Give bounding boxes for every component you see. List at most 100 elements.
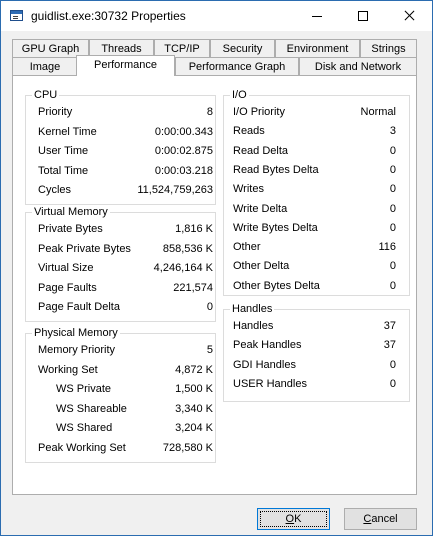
virtual-memory-row: Virtual Size 4,246,164 K <box>38 259 213 278</box>
properties-window: guidlist.exe:30732 Properties GPU Graph … <box>0 0 433 536</box>
io-label: Writes <box>233 183 264 196</box>
physical-memory-value: 4,872 K <box>175 363 213 376</box>
handles-label: Peak Handles <box>233 339 302 352</box>
physical-memory-value: 728,580 K <box>162 441 213 454</box>
ok-focus-rect <box>260 511 327 527</box>
handles-value: 37 <box>383 339 396 352</box>
io-row: I/O Priority Normal <box>233 103 396 122</box>
physical-memory-row: WS Private 1,500 K <box>56 380 213 399</box>
handles-value: 0 <box>389 377 396 390</box>
physical-memory-group: Physical Memory Memory Priority 5 Working … <box>25 326 216 463</box>
tab-performance-graph[interactable]: Performance Graph <box>175 57 299 75</box>
physical-memory-row: Memory Priority 5 <box>38 341 213 360</box>
virtual-memory-row: Private Bytes 1,816 K <box>38 220 213 239</box>
io-label: Write Delta <box>233 202 288 215</box>
io-value: 0 <box>389 221 396 234</box>
tab-environment[interactable]: Environment <box>275 39 360 57</box>
io-label: Other Delta <box>233 260 290 273</box>
io-row: Other Bytes Delta 0 <box>233 277 396 296</box>
io-row: Reads 3 <box>233 122 396 141</box>
cpu-row: Kernel Time 0:00:00.343 <box>38 123 213 142</box>
io-row: Other 116 <box>233 238 396 257</box>
io-row: Write Delta 0 <box>233 200 396 219</box>
physical-memory-row: Peak Working Set 728,580 K <box>38 439 213 458</box>
io-value: 0 <box>389 260 396 273</box>
close-button[interactable] <box>386 1 432 31</box>
cpu-value: 0:00:02.875 <box>154 145 213 157</box>
minimize-button[interactable] <box>294 1 340 31</box>
tab-strings[interactable]: Strings <box>360 39 417 57</box>
io-value: 0 <box>389 144 396 157</box>
performance-panel: CPU Priority 8 Kernel Time 0:00:00.343 User … <box>12 75 417 495</box>
io-value: 0 <box>389 202 396 215</box>
virtual-memory-label: Private Bytes <box>38 223 103 235</box>
tab-performance[interactable]: Performance <box>76 55 175 76</box>
virtual-memory-value: 858,536 K <box>162 242 213 255</box>
physical-memory-row: WS Shared 3,204 K <box>56 419 213 438</box>
io-value: 0 <box>389 163 396 176</box>
cpu-row: Cycles 11,524,759,263 <box>38 181 213 200</box>
physical-memory-label: WS Shared <box>56 422 113 434</box>
io-label: I/O Priority <box>233 106 285 118</box>
handles-row: GDI Handles 0 <box>233 356 396 375</box>
physical-memory-label: Working Set <box>38 363 98 376</box>
io-row: Read Bytes Delta 0 <box>233 161 396 180</box>
cpu-group: CPU Priority 8 Kernel Time 0:00:00.343 User … <box>25 88 216 205</box>
io-label: Write Bytes Delta <box>233 221 318 234</box>
handles-row: USER Handles 0 <box>233 375 396 394</box>
physical-memory-label: WS Private <box>56 383 112 395</box>
io-value: 3 <box>389 125 396 138</box>
handles-value: 0 <box>389 358 396 371</box>
handles-value: 37 <box>383 320 396 332</box>
virtual-memory-row: Page Fault Delta 0 <box>38 298 213 317</box>
cpu-value: 0:00:03.218 <box>154 164 213 177</box>
cpu-label: Cycles <box>38 184 72 196</box>
physical-memory-value: 5 <box>206 344 213 356</box>
cpu-row: User Time 0:00:02.875 <box>38 142 213 161</box>
cpu-label: User Time <box>38 145 89 157</box>
virtual-memory-label: Virtual Size <box>38 262 94 274</box>
handles-label: Handles <box>233 320 274 332</box>
io-label: Read Delta <box>233 144 289 157</box>
cpu-group-title: CPU <box>32 88 60 102</box>
io-row: Read Delta 0 <box>233 142 396 161</box>
handles-label: GDI Handles <box>233 358 296 371</box>
virtual-memory-label: Page Fault Delta <box>38 301 120 313</box>
tab-image[interactable]: Image <box>12 57 78 75</box>
virtual-memory-value: 1,816 K <box>175 223 213 235</box>
cpu-value: 11,524,759,263 <box>137 184 213 196</box>
handles-group: Handles Handles 37 Peak Handles 37 GDI Handl… <box>223 302 410 402</box>
io-label: Other Bytes Delta <box>233 279 320 292</box>
handles-group-title: Handles <box>230 302 275 316</box>
virtual-memory-value: 0 <box>206 301 213 313</box>
io-row: Writes 0 <box>233 180 396 199</box>
virtual-memory-label: Peak Private Bytes <box>38 242 131 255</box>
title-bar[interactable]: guidlist.exe:30732 Properties <box>1 1 432 31</box>
io-group: I/O I/O Priority Normal Reads 3 Read Delta 0 R… <box>223 88 410 296</box>
physical-memory-value: 3,204 K <box>175 422 213 434</box>
virtual-memory-label: Page Faults <box>38 281 97 294</box>
physical-memory-row: Working Set 4,872 K <box>38 361 213 380</box>
handles-row: Handles 37 <box>233 317 396 336</box>
tab-security[interactable]: Security <box>210 39 275 57</box>
virtual-memory-group-title: Virtual Memory <box>32 205 110 219</box>
cpu-value: 8 <box>206 106 213 118</box>
ok-button[interactable]: OK <box>257 508 330 530</box>
handles-label: USER Handles <box>233 377 307 390</box>
cancel-button[interactable]: Cancel <box>344 508 417 530</box>
physical-memory-label: Memory Priority <box>38 344 116 356</box>
io-value: 0 <box>389 183 396 196</box>
virtual-memory-row: Peak Private Bytes 858,536 K <box>38 240 213 259</box>
physical-memory-label: WS Shareable <box>56 402 127 415</box>
tab-disk-and-network[interactable]: Disk and Network <box>299 57 417 75</box>
io-row: Other Delta 0 <box>233 257 396 276</box>
physical-memory-row: WS Shareable 3,340 K <box>56 400 213 419</box>
physical-memory-value: 1,500 K <box>175 383 213 395</box>
io-row: Write Bytes Delta 0 <box>233 219 396 238</box>
io-value: 116 <box>378 241 396 254</box>
io-label: Reads <box>233 125 265 138</box>
physical-memory-group-title: Physical Memory <box>32 326 120 340</box>
cpu-row: Priority 8 <box>38 103 213 122</box>
window-title: guidlist.exe:30732 Properties <box>31 9 186 23</box>
maximize-button[interactable] <box>340 1 386 31</box>
